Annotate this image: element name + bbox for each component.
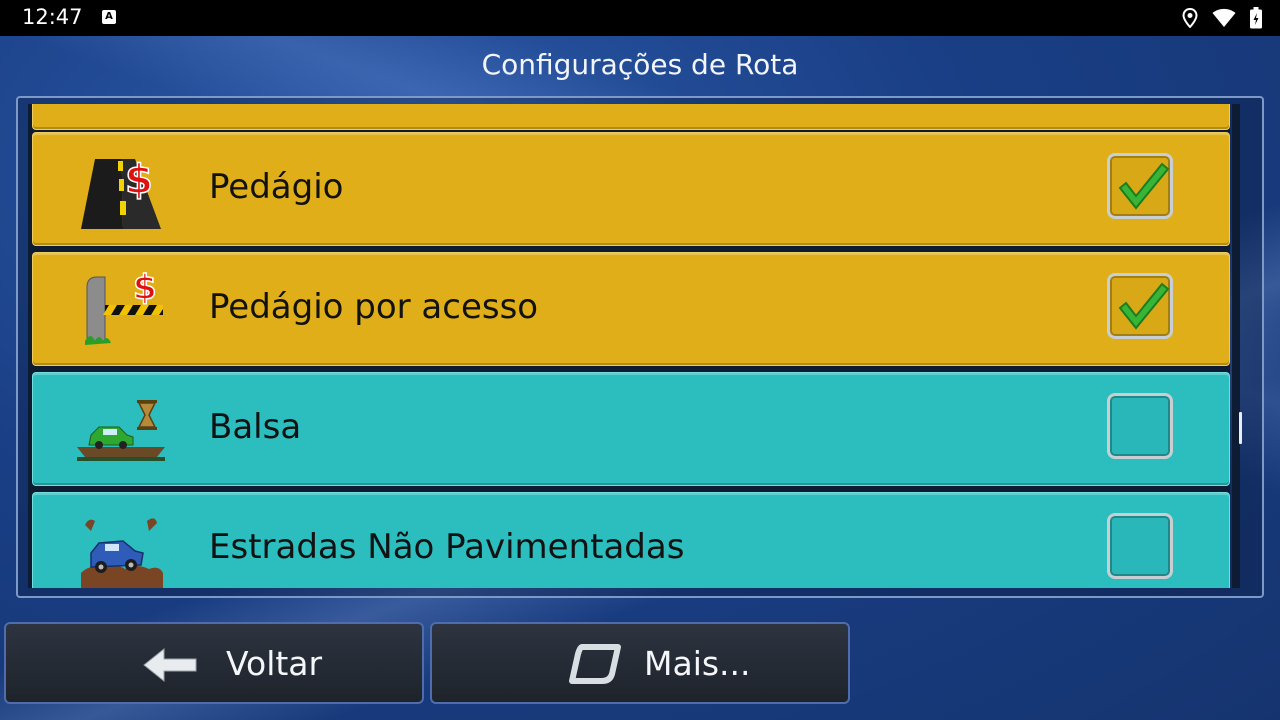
route-options-list[interactable]: $ Pedágio $ Pedágio por acesso Balsa Est… [28, 104, 1230, 588]
unpaved-road-icon [81, 518, 163, 588]
toll-road-icon: $ [81, 156, 161, 229]
more-options-icon [569, 644, 621, 684]
list-item-partial[interactable] [32, 104, 1230, 130]
back-button[interactable]: Voltar [4, 622, 424, 704]
checkbox-unchecked[interactable] [1107, 393, 1173, 459]
route-option-label: Pedágio [209, 167, 344, 207]
checkmark-icon [1118, 282, 1170, 330]
route-option-label: Pedágio por acesso [209, 287, 539, 327]
route-option-unpaved[interactable]: Estradas Não Pavimentadas [32, 492, 1230, 588]
route-option-toll-access[interactable]: $ Pedágio por acesso [32, 252, 1230, 366]
route-option-ferry[interactable]: Balsa [32, 372, 1230, 486]
svg-text:$: $ [133, 268, 157, 308]
page-title: Configurações de Rota [481, 48, 799, 81]
checkbox-checked[interactable] [1107, 273, 1173, 339]
ferry-icon [77, 400, 165, 461]
battery-icon [1250, 7, 1262, 29]
checkbox-unchecked[interactable] [1107, 513, 1173, 579]
back-button-label: Voltar [226, 644, 323, 683]
toll-gate-icon: $ [85, 267, 163, 345]
route-option-label: Balsa [209, 407, 302, 447]
more-button[interactable]: Mais... [430, 622, 850, 704]
route-option-label: Estradas Não Pavimentadas [209, 527, 685, 567]
checkmark-icon [1118, 162, 1170, 210]
location-icon [1182, 8, 1198, 28]
status-clock: 12:47 [22, 5, 83, 29]
more-button-label: Mais... [644, 644, 751, 683]
checkbox-checked[interactable] [1107, 153, 1173, 219]
a-notification-icon: A [102, 10, 116, 24]
arrow-left-icon [143, 647, 197, 683]
wifi-icon [1212, 8, 1236, 27]
scrollbar-thumb[interactable] [1239, 412, 1242, 444]
route-option-toll[interactable]: $ Pedágio [32, 132, 1230, 246]
scrollbar-track[interactable] [1232, 104, 1240, 588]
status-bar: 12:47 A [0, 0, 1280, 36]
svg-text:$: $ [125, 157, 153, 203]
